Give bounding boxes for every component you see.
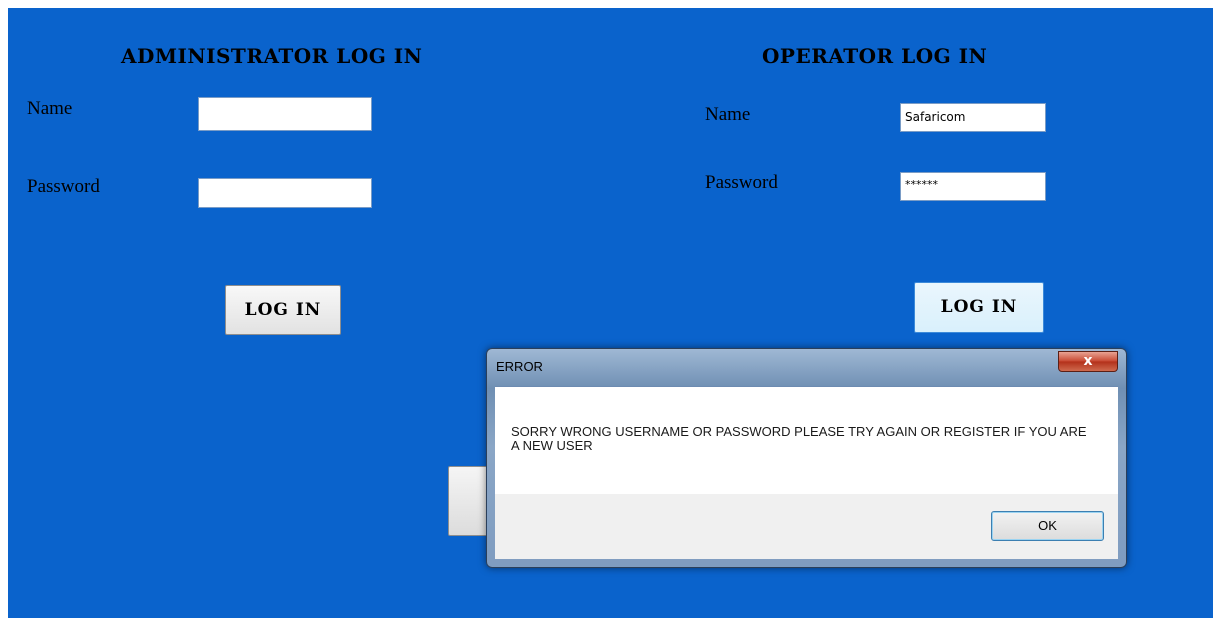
operator-password-label: Password [705,172,778,193]
operator-login-title: OPERATOR LOG IN [762,44,988,68]
ok-button[interactable]: OK [991,511,1104,541]
operator-name-label: Name [705,104,751,125]
close-icon[interactable]: x [1058,351,1118,372]
admin-name-label: Name [27,98,73,119]
admin-password-label: Password [27,176,100,197]
dialog-body: SORRY WRONG USERNAME OR PASSWORD PLEASE … [495,386,1118,495]
login-window: ADMINISTRATOR LOG IN Name Password LOG I… [8,8,1213,618]
admin-login-title: ADMINISTRATOR LOG IN [121,44,423,68]
operator-login-button[interactable]: LOG IN [914,282,1044,333]
admin-name-field[interactable] [198,97,372,131]
obscured-button[interactable] [448,466,488,536]
admin-password-field[interactable] [198,178,372,208]
error-dialog: ERROR x SORRY WRONG USERNAME OR PASSWORD… [486,348,1127,568]
error-message: SORRY WRONG USERNAME OR PASSWORD PLEASE … [511,424,1087,453]
operator-password-field[interactable]: ****** [900,172,1046,201]
dialog-footer: OK [495,494,1118,559]
operator-name-field[interactable]: Safaricom [900,103,1046,132]
dialog-title: ERROR [496,359,543,374]
admin-login-button[interactable]: LOG IN [225,285,341,335]
